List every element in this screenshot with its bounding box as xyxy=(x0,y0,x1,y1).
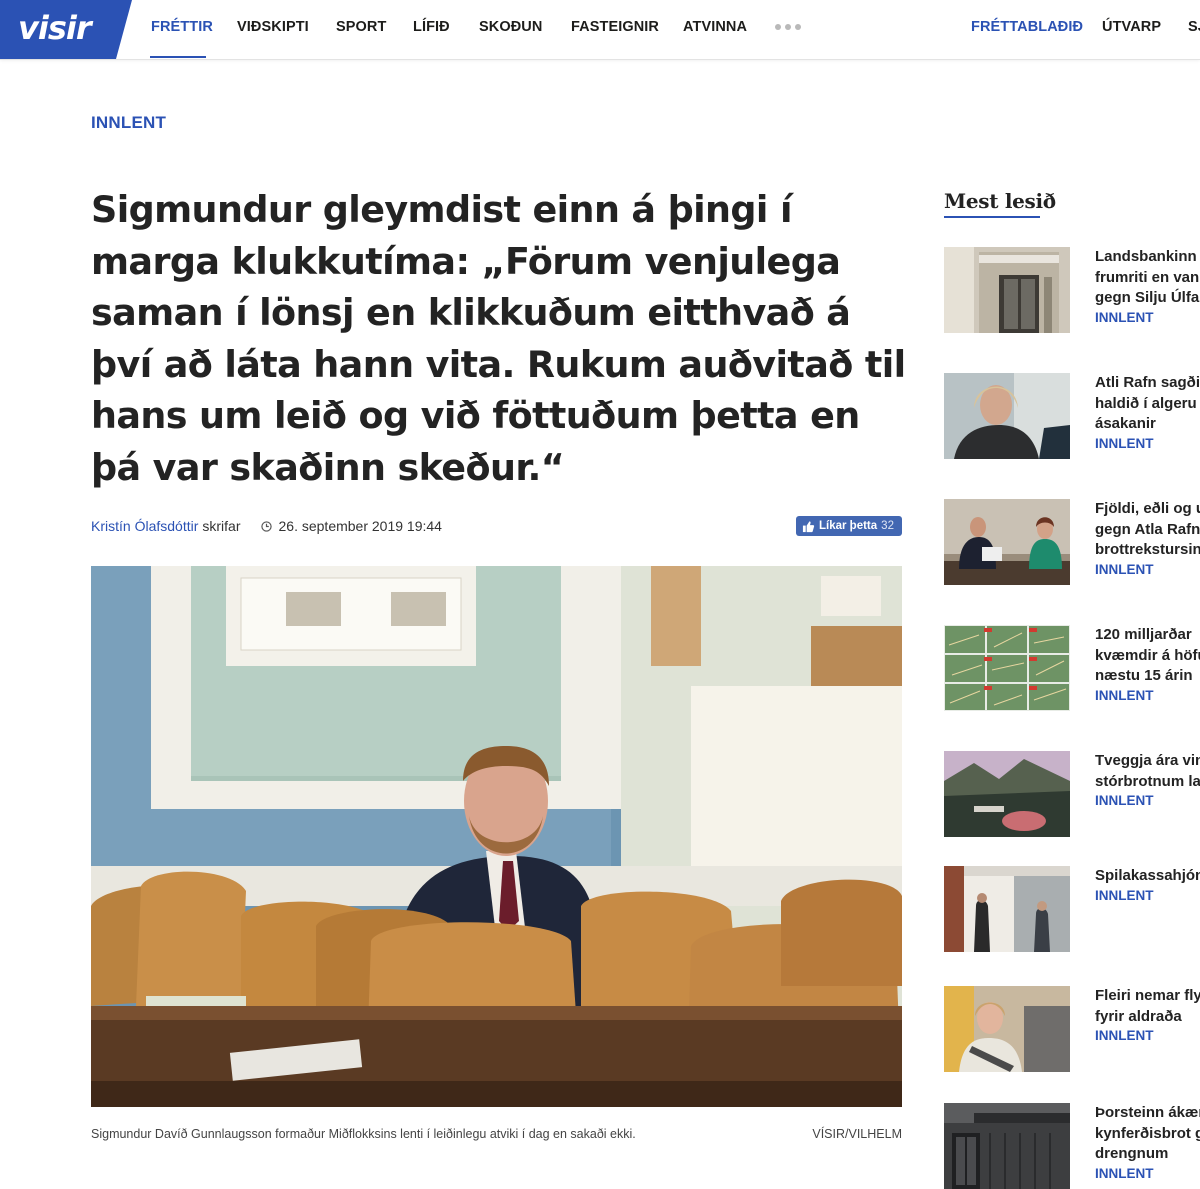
nav-item-lifid[interactable]: Lífið xyxy=(413,19,450,35)
article-main-photo[interactable] xyxy=(91,566,902,1107)
most-read-headline: Landsbankinn frumriti en van gegn Silju … xyxy=(1095,247,1200,309)
article-timestamp: 26. september 2019 19:44 xyxy=(278,518,442,534)
visir-logo[interactable]: visir xyxy=(0,0,132,59)
most-read-headline: 120 milljarðar kvæmdir á höfu næstu 15 á… xyxy=(1095,625,1200,687)
thumbnail-bank-building xyxy=(944,247,1070,333)
most-read-headline: Atli Rafn sagðis haldið í algeru ásakani… xyxy=(1095,373,1200,435)
most-read-item[interactable]: Landsbankinn frumriti en van gegn Silju … xyxy=(944,247,1200,333)
most-read-text: Tveggja ára vin stórbrotnum la Innlent xyxy=(1095,751,1200,808)
headline-line: Landsbankinn xyxy=(1095,248,1197,265)
nav-item-atvinna[interactable]: Atvinna xyxy=(683,19,747,35)
most-read-text: Fleiri nemar fly fyrir aldraða Innlent xyxy=(1095,986,1200,1043)
headline-line: Atli Rafn sagðis xyxy=(1095,374,1200,391)
byline: Kristín Ólafsdóttir skrifar 26. septembe… xyxy=(91,518,442,534)
most-read-category: Innlent xyxy=(1095,887,1154,903)
most-read-text: Þorsteinn ákær kynferðisbrot g drengnum … xyxy=(1095,1103,1200,1181)
thumbnail-landscape-pool xyxy=(944,751,1070,837)
most-read-item[interactable]: Fleiri nemar fly fyrir aldraða Innlent xyxy=(944,986,1200,1072)
author-link[interactable]: Kristín Ólafsdóttir xyxy=(91,518,198,534)
most-read-item[interactable]: Spilakassahjón Innlent xyxy=(944,866,1200,952)
most-read-category: Innlent xyxy=(1095,687,1154,703)
most-read-item[interactable]: 120 milljarðar kvæmdir á höfu næstu 15 á… xyxy=(944,625,1200,711)
headline-line: brottrekstursin xyxy=(1095,541,1200,558)
thumbnail-gaming-room xyxy=(944,866,1070,952)
nav-item-utvarp[interactable]: Útvarp xyxy=(1102,19,1161,35)
most-read-text: Atli Rafn sagðis haldið í algeru ásakani… xyxy=(1095,373,1200,451)
nav-item-vidskipti[interactable]: Viðskipti xyxy=(237,19,309,35)
headline-line: stórbrotnum la xyxy=(1095,772,1200,790)
headline-line: frumriti en van xyxy=(1095,268,1200,286)
most-read-headline: Tveggja ára vin stórbrotnum la xyxy=(1095,751,1200,792)
headline-line: Fjöldi, eðli og u xyxy=(1095,500,1200,517)
most-read-headline: Fjöldi, eðli og u gegn Atla Rafni brottr… xyxy=(1095,499,1200,561)
image-caption: Sigmundur Davíð Gunnlaugsson formaður Mi… xyxy=(91,1127,636,1141)
most-read-category: Innlent xyxy=(1095,435,1154,451)
facebook-like-button[interactable]: Líkar þetta 32 xyxy=(796,516,902,536)
thumbnail-courthouse xyxy=(944,1103,1070,1189)
thumbnail-portrait-man xyxy=(944,373,1070,459)
nav-item-sjonvarp[interactable]: Sj xyxy=(1188,19,1200,35)
thumbs-up-icon xyxy=(802,520,815,532)
headline-line: 120 milljarðar xyxy=(1095,626,1192,643)
headline-line: kynferðisbrot g xyxy=(1095,1124,1200,1142)
most-read-headline: Fleiri nemar fly fyrir aldraða xyxy=(1095,986,1200,1027)
most-read-title: Mest lesið xyxy=(944,189,1056,213)
headline-line: ásakanir xyxy=(1095,415,1156,432)
headline-line: gegn Atla Rafni xyxy=(1095,520,1200,538)
author-suffix: skrifar xyxy=(202,518,241,534)
thumbnail-map-grid xyxy=(944,625,1070,711)
logo-text: visir xyxy=(18,9,92,47)
most-read-category: Innlent xyxy=(1095,309,1154,325)
headline-line: kvæmdir á höfu xyxy=(1095,646,1200,664)
clock-icon xyxy=(260,520,272,532)
headline-line: gegn Silju Úlfar xyxy=(1095,289,1200,306)
most-read-text: Fjöldi, eðli og u gegn Atla Rafni brottr… xyxy=(1095,499,1200,577)
thumbnail-press-conference xyxy=(944,499,1070,585)
headline-line: Þorsteinn ákær xyxy=(1095,1104,1200,1121)
headline-line: haldið í algeru xyxy=(1095,394,1197,412)
headline-line: drengnum xyxy=(1095,1145,1169,1162)
nav-item-frettabladid[interactable]: Fréttablaðið xyxy=(971,19,1083,35)
article-category[interactable]: Innlent xyxy=(91,113,166,133)
headline-line: fyrir aldraða xyxy=(1095,1007,1182,1025)
most-read-text: Landsbankinn frumriti en van gegn Silju … xyxy=(1095,247,1200,325)
thumbnail-smiling-woman xyxy=(944,986,1070,1072)
most-read-item[interactable]: Fjöldi, eðli og u gegn Atla Rafni brottr… xyxy=(944,499,1200,585)
most-read-category: Innlent xyxy=(1095,1165,1154,1181)
most-read-headline: Þorsteinn ákær kynferðisbrot g drengnum xyxy=(1095,1103,1200,1165)
headline-line: Fleiri nemar fly xyxy=(1095,987,1200,1004)
most-read-headline: Spilakassahjón xyxy=(1095,866,1200,887)
parliament-photo-illustration xyxy=(91,566,902,1107)
most-read-category: Innlent xyxy=(1095,561,1154,577)
most-read-text: 120 milljarðar kvæmdir á höfu næstu 15 á… xyxy=(1095,625,1200,703)
most-read-item[interactable]: Tveggja ára vin stórbrotnum la Innlent xyxy=(944,751,1200,837)
ellipsis-icon[interactable] xyxy=(775,24,801,30)
nav-item-fasteignir[interactable]: Fasteignir xyxy=(571,19,659,35)
like-label: Líkar þetta xyxy=(819,520,878,532)
image-credit: Vísir/Vilhelm xyxy=(812,1127,902,1141)
like-count: 32 xyxy=(881,520,894,532)
nav-item-frettir[interactable]: Fréttir xyxy=(151,19,213,35)
most-read-category: Innlent xyxy=(1095,793,1154,808)
most-read-category: Innlent xyxy=(1095,1028,1154,1043)
headline-line: næstu 15 árin xyxy=(1095,667,1193,684)
most-read-item[interactable]: Þorsteinn ákær kynferðisbrot g drengnum … xyxy=(944,1103,1200,1189)
headline-line: Tveggja ára vin xyxy=(1095,752,1200,769)
most-read-underline xyxy=(944,216,1040,218)
most-read-text: Spilakassahjón Innlent xyxy=(1095,866,1200,903)
headline-line: Spilakassahjón xyxy=(1095,867,1200,884)
nav-item-sport[interactable]: Sport xyxy=(336,19,386,35)
nav-item-skodun[interactable]: Skoðun xyxy=(479,19,542,35)
article-headline: Sigmundur gleymdist einn á þingi í marga… xyxy=(91,188,906,489)
nav-active-underline xyxy=(150,56,206,58)
top-navigation: visir Fréttir Viðskipti Sport Lífið Skoð… xyxy=(0,0,1200,60)
most-read-item[interactable]: Atli Rafn sagðis haldið í algeru ásakani… xyxy=(944,373,1200,459)
